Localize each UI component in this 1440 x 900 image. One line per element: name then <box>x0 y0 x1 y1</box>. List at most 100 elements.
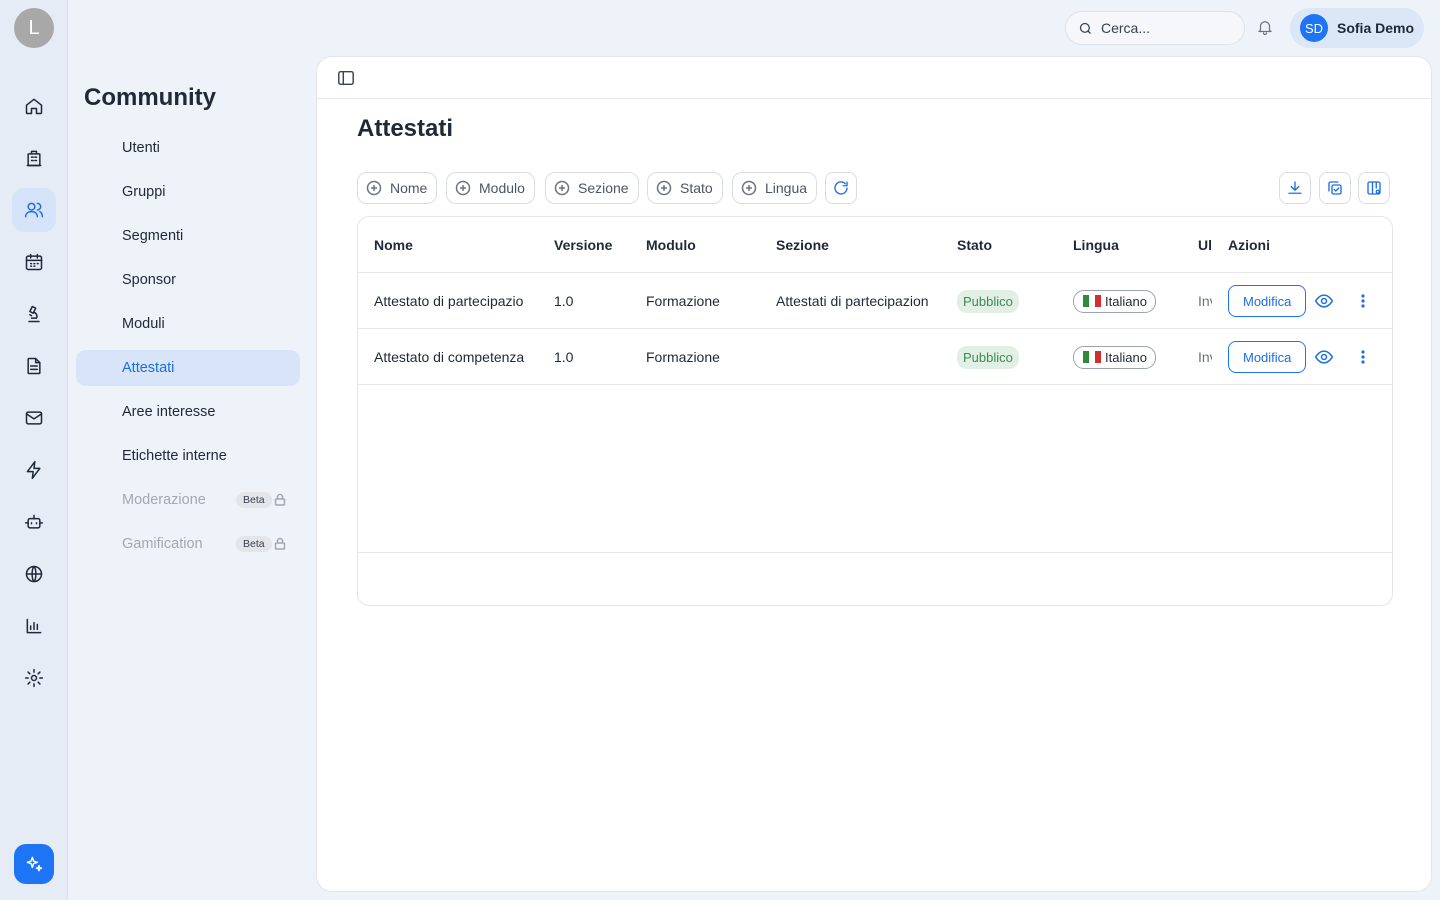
plus-circle-icon <box>455 180 471 196</box>
sidebar-item-gruppi[interactable]: Gruppi <box>76 174 300 210</box>
cell-versione: 1.0 <box>554 349 574 365</box>
sidebar-item-attestati[interactable]: Attestati <box>76 350 300 386</box>
search-icon <box>1079 22 1091 34</box>
plus-circle-icon <box>741 180 757 196</box>
filter-label: Sezione <box>578 180 629 196</box>
sidebar-item-utenti[interactable]: Utenti <box>76 130 300 166</box>
building-icon[interactable] <box>12 136 56 180</box>
language-badge: Italiano <box>1073 289 1156 313</box>
document-icon[interactable] <box>12 344 56 388</box>
sidebar-item-label: Attestati <box>122 360 175 376</box>
table-row[interactable]: Attestato di partecipazio 1.0 Formazione… <box>358 273 1392 329</box>
view-button[interactable] <box>1314 329 1336 385</box>
panel-toolbar <box>317 57 1431 99</box>
cell-ul: Inv <box>1198 293 1212 309</box>
table-row[interactable]: Attestato di competenza 1.0 Formazione P… <box>358 329 1392 385</box>
column-header[interactable]: Ul <box>1198 217 1212 273</box>
column-header[interactable]: Modulo <box>646 217 766 273</box>
beta-badge: Beta <box>236 492 272 508</box>
cell-lingua: Italiano <box>1073 329 1183 385</box>
users-icon[interactable] <box>12 188 56 232</box>
language-label: Italiano <box>1105 349 1147 365</box>
beta-badge: Beta <box>236 536 272 552</box>
more-vertical-icon <box>1361 350 1365 364</box>
cell-modulo: Formazione <box>646 293 720 309</box>
sidebar-item-label: Utenti <box>122 140 160 156</box>
bot-icon[interactable] <box>12 500 56 544</box>
column-header[interactable]: Nome <box>374 217 544 273</box>
org-logo[interactable]: L <box>14 8 54 48</box>
filter-sezione[interactable]: Sezione <box>545 172 639 204</box>
mail-icon[interactable] <box>12 396 56 440</box>
italy-flag-icon <box>1083 295 1101 307</box>
more-actions-button[interactable] <box>1355 273 1371 329</box>
icon-rail: L <box>0 0 68 900</box>
language-badge: Italiano <box>1073 345 1156 369</box>
filter-stato[interactable]: Stato <box>647 172 723 204</box>
sparkles-icon <box>26 856 43 872</box>
main-panel: Attestati Nome Modulo Sezione Stato Ling… <box>316 56 1432 892</box>
gear-icon[interactable] <box>12 656 56 700</box>
ai-assistant-button[interactable] <box>14 844 54 884</box>
bolt-icon[interactable] <box>12 448 56 492</box>
bell-icon <box>1258 21 1272 36</box>
sidebar-item-gamification: Gamification Beta <box>76 526 300 562</box>
column-header[interactable]: Versione <box>554 217 634 273</box>
filter-label: Modulo <box>479 180 525 196</box>
calendar-icon[interactable] <box>12 240 56 284</box>
eye-icon <box>1314 350 1334 364</box>
certificates-table: Nome Versione Modulo Sezione Stato Lingu… <box>357 216 1393 606</box>
sidebar-item-etichette-interne[interactable]: Etichette interne <box>76 438 300 474</box>
column-header[interactable]: Stato <box>957 217 1057 273</box>
plus-circle-icon <box>656 180 672 196</box>
cell-lingua: Italiano <box>1073 273 1183 329</box>
cell-nome: Attestato di competenza <box>374 349 525 365</box>
bulk-select-button[interactable] <box>1319 172 1351 204</box>
sidebar-item-label: Moduli <box>122 316 165 332</box>
download-icon <box>1288 181 1302 194</box>
sidebar-item-aree-interesse[interactable]: Aree interesse <box>76 394 300 430</box>
sidebar-item-label: Aree interesse <box>122 404 216 420</box>
refresh-button[interactable] <box>825 172 857 204</box>
chart-icon[interactable] <box>12 604 56 648</box>
table-header-row: Nome Versione Modulo Sezione Stato Lingu… <box>358 217 1392 273</box>
refresh-icon <box>834 181 848 195</box>
cell-stato: Pubblico <box>957 329 1057 385</box>
sidebar-item-moduli[interactable]: Moduli <box>76 306 300 342</box>
cell-nome: Attestato di partecipazio <box>374 293 524 309</box>
filter-lingua[interactable]: Lingua <box>732 172 818 204</box>
page-title: Attestati <box>357 115 454 142</box>
eye-icon <box>1314 294 1334 308</box>
view-button[interactable] <box>1314 273 1336 329</box>
sidebar-toggle-button[interactable] <box>337 69 357 89</box>
search-box[interactable] <box>1065 11 1245 45</box>
globe-icon[interactable] <box>12 552 56 596</box>
table-footer-divider <box>358 552 1392 553</box>
cell-azioni: Modifica <box>1228 329 1318 385</box>
filter-label: Nome <box>390 180 428 196</box>
notifications-button[interactable] <box>1256 18 1276 38</box>
sidebar-item-segmenti[interactable]: Segmenti <box>76 218 300 254</box>
export-button[interactable] <box>1279 172 1311 204</box>
edit-button[interactable]: Modifica <box>1228 285 1307 317</box>
more-actions-button[interactable] <box>1355 329 1371 385</box>
sidebar-item-label: Gruppi <box>122 184 166 200</box>
column-header[interactable]: Lingua <box>1073 217 1183 273</box>
sidebar-item-sponsor[interactable]: Sponsor <box>76 262 300 298</box>
microscope-icon[interactable] <box>12 292 56 336</box>
edit-button[interactable]: Modifica <box>1228 341 1307 373</box>
column-header[interactable]: Sezione <box>776 217 936 273</box>
more-vertical-icon <box>1361 294 1365 308</box>
column-header: Azioni <box>1228 237 1270 253</box>
cell-sezione: Attestati di partecipazion <box>776 293 929 309</box>
sidebar-item-label: Gamification <box>122 536 203 552</box>
columns-settings-button[interactable] <box>1358 172 1390 204</box>
cell-versione: 1.0 <box>554 293 574 309</box>
search-input[interactable] <box>1101 20 1231 36</box>
home-icon[interactable] <box>12 84 56 128</box>
filter-modulo[interactable]: Modulo <box>446 172 535 204</box>
columns-settings-icon <box>1367 181 1381 195</box>
user-menu[interactable]: SD Sofia Demo <box>1290 8 1424 48</box>
lock-icon <box>274 493 286 506</box>
filter-nome[interactable]: Nome <box>357 172 438 204</box>
